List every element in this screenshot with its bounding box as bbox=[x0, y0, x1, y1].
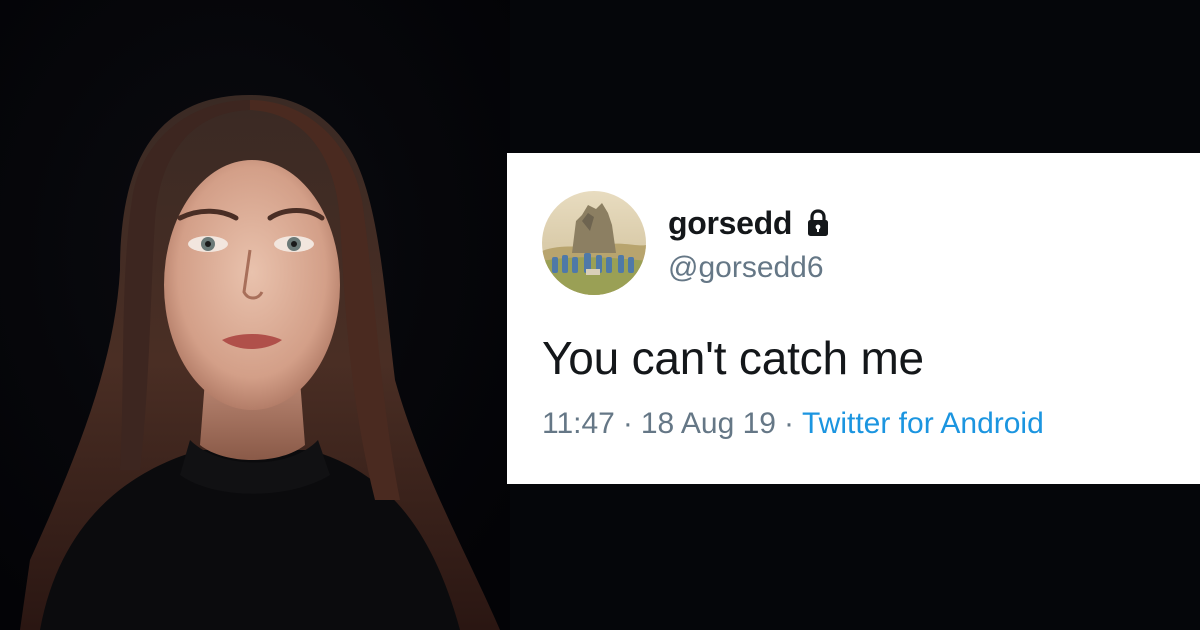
tweet-source-link[interactable]: Twitter for Android bbox=[802, 407, 1044, 440]
tweet-date[interactable]: 18 Aug 19 bbox=[641, 407, 776, 440]
tweet-card[interactable]: gorsedd @gorsedd6 You can't catch me 11:… bbox=[507, 153, 1200, 484]
portrait-photo bbox=[0, 0, 510, 630]
display-name-row: gorsedd bbox=[668, 203, 834, 243]
image-composite: gorsedd @gorsedd6 You can't catch me 11:… bbox=[0, 0, 1200, 630]
user-avatar[interactable] bbox=[542, 191, 646, 295]
user-handle[interactable]: @gorsedd6 bbox=[668, 251, 824, 285]
painting-avatar-icon bbox=[542, 191, 646, 295]
meta-separator: · bbox=[784, 407, 794, 440]
meta-separator: · bbox=[622, 407, 633, 440]
display-name[interactable]: gorsedd bbox=[668, 205, 792, 242]
tweet-time[interactable]: 11:47 bbox=[542, 407, 615, 440]
lock-icon bbox=[802, 207, 834, 239]
tweet-text: You can't catch me bbox=[542, 332, 924, 384]
tweet-meta: 11:47 · 18 Aug 19 · Twitter for Android bbox=[542, 407, 1044, 441]
